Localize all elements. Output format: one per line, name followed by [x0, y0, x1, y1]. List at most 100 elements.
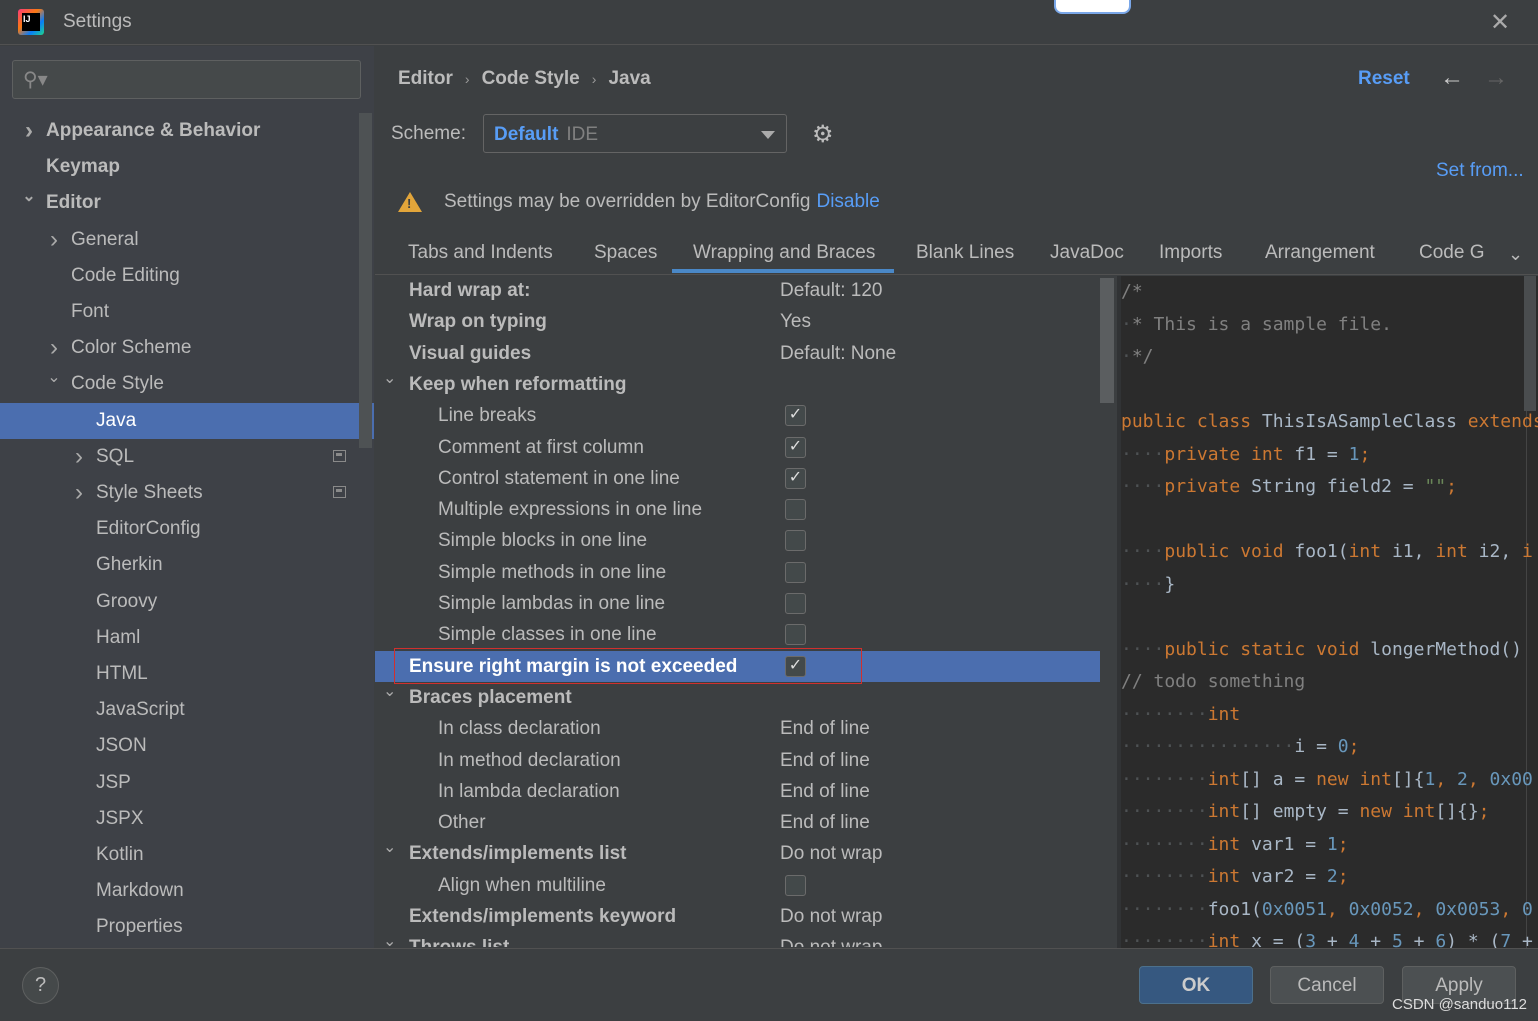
scheme-dropdown[interactable]: Default IDE	[483, 114, 787, 153]
option-row[interactable]: Extends/implements keyword Do not wrap	[375, 901, 1100, 932]
tab-imports[interactable]: Imports	[1159, 242, 1222, 264]
option-row[interactable]: Simple methods in one line	[375, 557, 1100, 588]
chevron-down-icon[interactable]: ⌄	[383, 363, 396, 394]
option-row[interactable]: Simple blocks in one line	[375, 525, 1100, 556]
option-row[interactable]: Other End of line	[375, 807, 1100, 838]
option-checkbox[interactable]: ✓	[785, 436, 806, 458]
option-value[interactable]: Default: 120	[780, 275, 882, 306]
sidebar-scrollbar[interactable]	[359, 113, 372, 448]
tab-blank-lines[interactable]: Blank Lines	[916, 242, 1014, 264]
breadcrumb-code-style[interactable]: Code Style	[482, 68, 580, 89]
cancel-button[interactable]: Cancel	[1270, 966, 1384, 1004]
option-checkbox[interactable]	[785, 624, 806, 646]
preview-scrollbar[interactable]	[1524, 276, 1536, 411]
ok-button[interactable]: OK	[1139, 966, 1253, 1004]
chevron-right-icon[interactable]: ›	[22, 113, 36, 149]
option-checkbox[interactable]	[785, 561, 806, 583]
options-scrollbar[interactable]	[1100, 278, 1114, 403]
sidebar-item-general[interactable]: › General	[0, 222, 374, 258]
option-checkbox[interactable]: ✓	[785, 405, 806, 427]
sidebar-item-jsp[interactable]: JSP	[0, 765, 374, 801]
drag-handle[interactable]	[1054, 0, 1131, 14]
sidebar-item-appearance-behavior[interactable]: › Appearance & Behavior	[0, 113, 374, 149]
gear-icon[interactable]: ⚙	[812, 120, 834, 149]
breadcrumb-editor[interactable]: Editor	[398, 68, 453, 89]
option-value[interactable]: End of line	[780, 807, 870, 838]
option-row[interactable]: Comment at first column ✓	[375, 432, 1100, 463]
option-checkbox[interactable]	[785, 874, 806, 896]
tab-javadoc[interactable]: JavaDoc	[1050, 242, 1124, 264]
sidebar-item-keymap[interactable]: Keymap	[0, 149, 374, 185]
option-row[interactable]: In class declaration End of line	[375, 713, 1100, 744]
option-value[interactable]: End of line	[780, 745, 870, 776]
chevron-down-icon[interactable]: ⌄	[383, 926, 396, 947]
option-row[interactable]: ⌄ Keep when reformatting	[375, 369, 1100, 400]
option-row[interactable]: Simple lambdas in one line	[375, 588, 1100, 619]
sidebar-item-code-style[interactable]: ⌄ Code Style	[0, 366, 374, 402]
sidebar-item-html[interactable]: HTML	[0, 656, 374, 692]
sidebar-item-javascript[interactable]: JavaScript	[0, 692, 374, 728]
code-token: 4	[1348, 931, 1360, 948]
sidebar-item-editor[interactable]: ⌄ Editor	[0, 185, 374, 221]
sidebar-item-groovy[interactable]: Groovy	[0, 584, 374, 620]
sidebar-item-haml[interactable]: Haml	[0, 620, 374, 656]
code-token: 1	[1424, 768, 1436, 790]
option-row[interactable]: Align when multiline	[375, 870, 1100, 901]
close-icon[interactable]: ✕	[1490, 8, 1510, 37]
chevron-down-icon[interactable]: ⌄	[383, 832, 396, 863]
sidebar-item-markdown[interactable]: Markdown	[0, 873, 374, 909]
tab-arrangement[interactable]: Arrangement	[1265, 242, 1375, 264]
sidebar-item-kotlin[interactable]: Kotlin	[0, 837, 374, 873]
option-checkbox[interactable]	[785, 530, 806, 552]
option-row[interactable]: Multiple expressions in one line	[375, 494, 1100, 525]
option-row[interactable]: Line breaks ✓	[375, 400, 1100, 431]
tab-spaces[interactable]: Spaces	[594, 242, 657, 264]
chevron-down-icon[interactable]: ⌄	[1508, 244, 1523, 265]
option-value[interactable]: Yes	[780, 306, 811, 337]
tab-code-g[interactable]: Code G	[1419, 242, 1484, 264]
option-row[interactable]: Visual guides Default: None	[375, 338, 1100, 369]
sidebar-item-gherkin[interactable]: Gherkin	[0, 547, 374, 583]
set-from-link[interactable]: Set from...	[1436, 160, 1524, 182]
tab-wrapping-and-braces[interactable]: Wrapping and Braces	[672, 242, 895, 273]
option-row[interactable]: Hard wrap at: Default: 120	[375, 275, 1100, 306]
help-button[interactable]: ?	[22, 967, 59, 1004]
chevron-down-icon[interactable]: ⌄	[22, 179, 36, 215]
sidebar-item-editorconfig[interactable]: EditorConfig	[0, 511, 374, 547]
chevron-right-icon[interactable]: ›	[47, 222, 61, 258]
option-value[interactable]: End of line	[780, 776, 870, 807]
option-row[interactable]: ⌄ Braces placement	[375, 682, 1100, 713]
option-checkbox[interactable]: ✓	[785, 467, 806, 489]
option-row[interactable]: In lambda declaration End of line	[375, 776, 1100, 807]
option-value[interactable]: Do not wrap	[780, 932, 882, 947]
option-value[interactable]: End of line	[780, 713, 870, 744]
chevron-down-icon[interactable]: ⌄	[47, 360, 61, 396]
option-value[interactable]: Do not wrap	[780, 901, 882, 932]
option-value[interactable]: Default: None	[780, 338, 896, 369]
option-row[interactable]: Wrap on typing Yes	[375, 306, 1100, 337]
sidebar-item-properties[interactable]: Properties	[0, 909, 374, 945]
tab-tabs-and-indents[interactable]: Tabs and Indents	[408, 242, 553, 264]
option-row[interactable]: Simple classes in one line	[375, 619, 1100, 650]
option-row[interactable]: Control statement in one line ✓	[375, 463, 1100, 494]
sidebar-item-sql[interactable]: › SQL	[0, 439, 374, 475]
sidebar-item-code-editing[interactable]: Code Editing	[0, 258, 374, 294]
option-checkbox[interactable]	[785, 593, 806, 614]
sidebar-item-font[interactable]: Font	[0, 294, 374, 330]
option-checkbox[interactable]	[785, 499, 806, 521]
sidebar-item-java[interactable]: Java	[0, 402, 374, 439]
option-row[interactable]: In method declaration End of line	[375, 745, 1100, 776]
option-row[interactable]: ⌄Throws listDo not wrap	[375, 932, 1100, 947]
intellij-logo: IJ	[18, 9, 44, 35]
reset-link[interactable]: Reset	[1358, 68, 1410, 90]
option-row[interactable]: ⌄ Extends/implements list Do not wrap	[375, 838, 1100, 869]
chevron-right-icon[interactable]: ›	[72, 475, 86, 511]
sidebar-item-jspx[interactable]: JSPX	[0, 801, 374, 837]
chevron-right-icon[interactable]: ›	[72, 439, 86, 475]
search-input[interactable]: ⚲▾	[12, 60, 361, 99]
sidebar-item-json[interactable]: JSON	[0, 728, 374, 764]
disable-link[interactable]: Disable	[816, 191, 879, 212]
sidebar-item-style-sheets[interactable]: › Style Sheets	[0, 475, 374, 511]
arrow-left-icon[interactable]: ←	[1440, 64, 1464, 92]
option-value[interactable]: Do not wrap	[780, 838, 882, 869]
